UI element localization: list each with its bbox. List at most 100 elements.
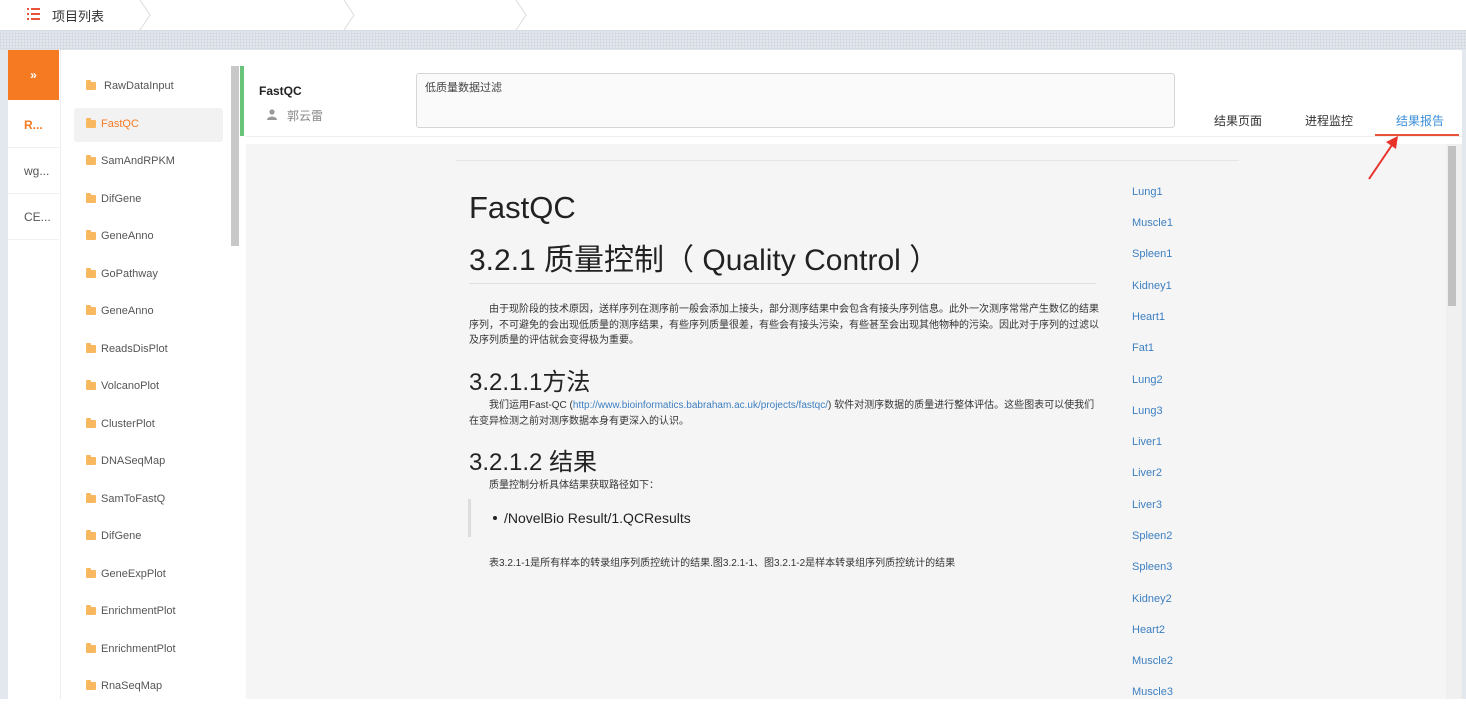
sidebar-item-project[interactable]: CE... — [8, 194, 59, 240]
toc-link[interactable]: Fat1 — [1132, 342, 1252, 354]
toc-link[interactable]: Heart1 — [1132, 311, 1252, 323]
folder-icon — [86, 230, 96, 240]
toc-link[interactable]: Liver3 — [1132, 499, 1252, 511]
module-item[interactable]: ClusterPlot — [74, 408, 223, 442]
status-indicator — [240, 66, 244, 136]
module-label: RawDataInput — [104, 80, 174, 92]
folder-icon — [86, 268, 96, 278]
module-label: ClusterPlot — [101, 418, 155, 430]
breadcrumb-separator-icon — [343, 0, 355, 30]
module-label: GeneAnno — [101, 230, 154, 242]
folder-icon — [86, 568, 96, 578]
module-item[interactable]: EnrichmentPlot — [74, 595, 223, 629]
fastqc-link[interactable]: http://www.bioinformatics.babraham.ac.uk… — [573, 400, 828, 411]
module-label: RnaSeqMap — [101, 680, 163, 692]
toc-link[interactable]: Lung1 — [1132, 186, 1252, 198]
module-item[interactable]: RawDataInput — [74, 70, 223, 104]
toc-link[interactable]: Kidney2 — [1132, 593, 1252, 605]
toc-link[interactable]: Heart2 — [1132, 624, 1252, 636]
module-item[interactable]: DNASeqMap — [74, 445, 223, 479]
report-viewer: FastQC 3.2.1 质量控制（ Quality Control ） 由于现… — [246, 144, 1446, 699]
annotation-arrow-icon — [1368, 136, 1398, 180]
report-scrollbar[interactable] — [1446, 144, 1462, 699]
folder-icon — [86, 305, 96, 315]
module-label: DifGene — [101, 193, 142, 205]
table-note: 表3.2.1-1是所有样本的转录组序列质控统计的结果.图3.2.1-1、图3.2… — [489, 558, 956, 569]
breadcrumb-separator-icon — [139, 0, 151, 30]
tab-result-report[interactable]: 结果报告 — [1396, 112, 1444, 129]
list-icon[interactable] — [27, 8, 40, 20]
module-label: ReadsDisPlot — [101, 343, 168, 355]
breadcrumb-title[interactable]: 项目列表 — [52, 6, 104, 25]
tab-result-page[interactable]: 结果页面 — [1214, 112, 1262, 129]
module-label: EnrichmentPlot — [101, 605, 176, 617]
folder-icon — [86, 193, 96, 203]
toc-link[interactable]: Muscle2 — [1132, 655, 1252, 667]
module-label: FastQC — [101, 118, 139, 130]
left-edge — [0, 50, 8, 699]
module-item[interactable]: GoPathway — [74, 258, 223, 292]
scrollbar-thumb[interactable] — [1448, 146, 1456, 306]
module-item[interactable]: EnrichmentPlot — [74, 633, 223, 667]
module-list: RawDataInput FastQC SamAndRPKM DifGene G… — [61, 50, 239, 699]
sidebar-toggle-button[interactable]: » — [8, 50, 59, 100]
toc-link[interactable]: Spleen2 — [1132, 530, 1252, 542]
user-icon — [267, 109, 277, 120]
module-label: GeneExpPlot — [101, 568, 166, 580]
project-owner: 郭云雷 — [287, 109, 324, 123]
folder-icon — [86, 643, 96, 653]
module-label: SamToFastQ — [101, 493, 166, 505]
toc-link[interactable]: Spleen3 — [1132, 561, 1252, 573]
module-item[interactable]: SamToFastQ — [74, 483, 223, 517]
method-text: 我们运用Fast-QC ( — [489, 400, 573, 411]
module-item[interactable]: SamAndRPKM — [74, 145, 223, 179]
module-label: SamAndRPKM — [101, 155, 175, 167]
toc-link[interactable]: Kidney1 — [1132, 280, 1252, 292]
document-top-rule — [456, 160, 1239, 161]
result-paragraph: 质量控制分析具体结果获取路径如下： — [489, 480, 659, 491]
blockquote-bar — [468, 499, 471, 537]
folder-icon — [86, 455, 96, 465]
sidebar-item-project[interactable]: R... — [8, 102, 59, 148]
report-title: FastQC — [469, 190, 576, 225]
section-heading: 3.2.1 质量控制（ Quality Control ） — [469, 244, 940, 277]
folder-icon — [86, 530, 96, 540]
module-item[interactable]: GeneAnno — [74, 220, 223, 254]
toc-link[interactable]: Spleen1 — [1132, 248, 1252, 260]
tab-process-monitor[interactable]: 进程监控 — [1305, 112, 1353, 129]
section-divider — [469, 283, 1096, 284]
header-divider — [246, 136, 1462, 137]
project-sidebar: » R... wg... CE... — [8, 50, 61, 699]
module-item[interactable]: GeneAnno — [74, 295, 223, 329]
module-item[interactable]: DifGene — [74, 183, 223, 217]
toc-link[interactable]: Liver1 — [1132, 436, 1252, 448]
folder-icon — [86, 380, 96, 390]
module-item[interactable]: GeneExpPlot — [74, 558, 223, 592]
folder-icon — [86, 605, 96, 615]
project-name: FastQC — [259, 84, 302, 98]
module-label: GeneAnno — [101, 305, 154, 317]
module-item[interactable]: VolcanoPlot — [74, 370, 223, 404]
module-label: VolcanoPlot — [101, 380, 160, 392]
module-list-scrollbar[interactable] — [231, 66, 239, 246]
method-paragraph: 我们运用Fast-QC (http://www.bioinformatics.b… — [469, 398, 1099, 429]
sidebar-item-project[interactable]: wg... — [8, 148, 59, 194]
module-label: DNASeqMap — [101, 455, 166, 467]
result-path: /NovelBio Result/1.QCResults — [493, 510, 691, 526]
module-item[interactable]: FastQC — [74, 108, 223, 142]
toc-link[interactable]: Lung3 — [1132, 405, 1252, 417]
project-description-field[interactable]: 低质量数据过滤 — [416, 73, 1175, 128]
folder-icon — [86, 343, 96, 353]
folder-icon — [86, 155, 96, 165]
toc-link[interactable]: Lung2 — [1132, 374, 1252, 386]
folder-icon — [86, 418, 96, 428]
method-heading: 3.2.1.1方法 — [469, 369, 591, 396]
toc-link[interactable]: Muscle1 — [1132, 217, 1252, 229]
toc-link[interactable]: Liver2 — [1132, 467, 1252, 479]
intro-paragraph: 由于现阶段的技术原因，送样序列在测序前一般会添加上接头，部分测序结果中会包含有接… — [469, 304, 1099, 346]
folder-icon — [86, 80, 96, 90]
module-item[interactable]: ReadsDisPlot — [74, 333, 223, 367]
right-edge — [1462, 50, 1466, 699]
module-item[interactable]: DifGene — [74, 520, 223, 554]
toc-link[interactable]: Muscle3 — [1132, 686, 1252, 698]
